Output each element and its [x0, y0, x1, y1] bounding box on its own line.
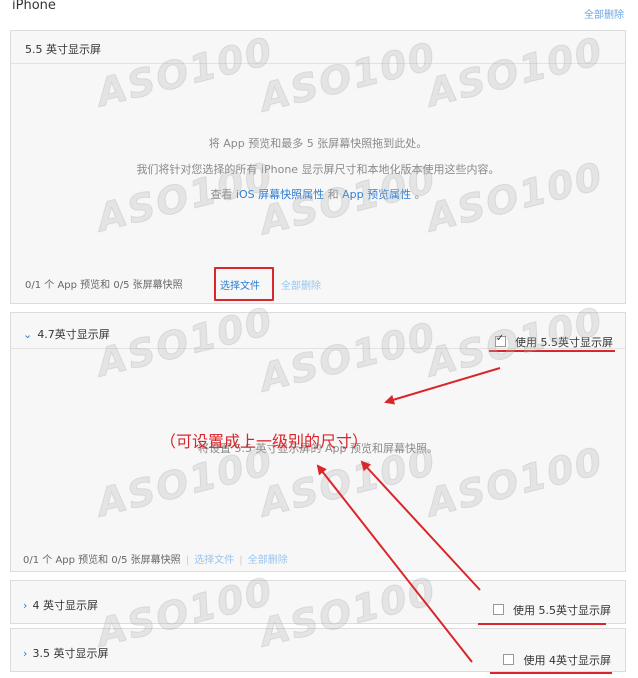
arrow [384, 367, 501, 405]
annotation-arrows [316, 367, 501, 663]
arrow [316, 464, 473, 663]
arrow [360, 460, 481, 591]
